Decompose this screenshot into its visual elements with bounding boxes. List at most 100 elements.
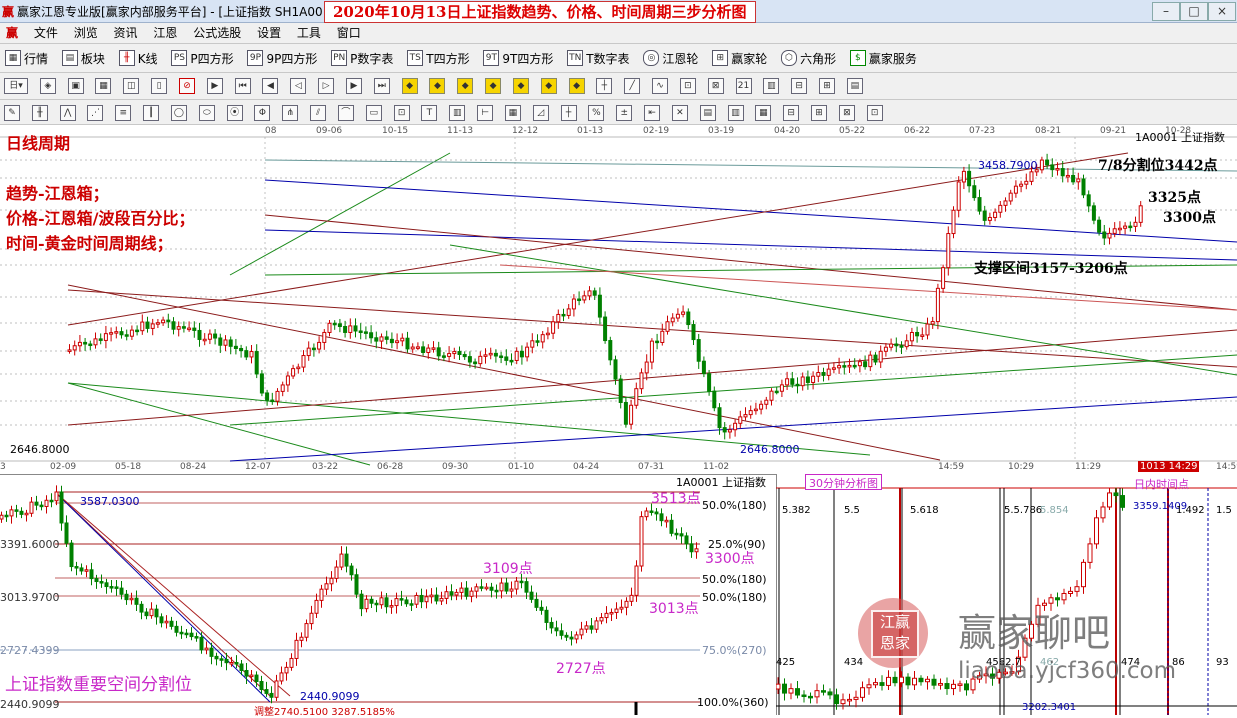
toolbar-service-button[interactable]: $ 赢家服务 bbox=[846, 47, 921, 69]
diamond-1-icon[interactable]: ◆ bbox=[401, 78, 418, 94]
menu-tools[interactable]: 工具 bbox=[291, 23, 327, 43]
daily-chart-panel[interactable]: 日线周期 趋势-江恩箱； 价格-江恩箱/波段百分比； 时间-黄金时间周期线； 1… bbox=[0, 125, 1237, 474]
tool-a-icon[interactable]: ⊡ bbox=[679, 78, 696, 94]
counter-icon[interactable]: ± bbox=[616, 105, 633, 121]
tool-f-icon[interactable]: ▤ bbox=[846, 78, 863, 94]
menu-gann[interactable]: 江恩 bbox=[147, 23, 183, 43]
daily-chart-canvas[interactable] bbox=[0, 125, 1237, 474]
prev-icon[interactable]: ◁ bbox=[290, 78, 307, 94]
tab-thirty-minute[interactable]: 30分钟分析图 bbox=[805, 474, 882, 490]
candle bbox=[925, 678, 930, 683]
line-tool-icon[interactable]: ╱ bbox=[624, 78, 641, 94]
toolbar-kline-button[interactable]: ╫ K线 bbox=[115, 47, 162, 69]
grid-lines-icon[interactable]: ╫ bbox=[31, 105, 48, 121]
bar-tool-icon[interactable]: ▥ bbox=[449, 105, 466, 121]
speed-lines-icon[interactable]: ⋔ bbox=[282, 105, 299, 121]
toolbar-9p-square-button[interactable]: 9P 9P四方形 bbox=[243, 47, 321, 69]
diamond-2-icon[interactable]: ◆ bbox=[429, 78, 446, 94]
tool-c-icon[interactable]: ▥ bbox=[763, 78, 780, 94]
close-button[interactable]: × bbox=[1208, 2, 1236, 21]
toolbar-t-number-button[interactable]: TN T数字表 bbox=[563, 47, 633, 69]
channel-tool-icon[interactable]: ⫽ bbox=[310, 105, 327, 121]
percent-icon[interactable]: % bbox=[588, 105, 605, 121]
layer-d-icon[interactable]: ⊟ bbox=[783, 105, 800, 121]
candle bbox=[909, 331, 914, 342]
toolbar-winner-wheel-button[interactable]: ⊞ 赢家轮 bbox=[708, 47, 771, 69]
layer-e-icon[interactable]: ⊞ bbox=[811, 105, 828, 121]
ruler-tool-icon[interactable]: ⊢ bbox=[477, 105, 494, 121]
toolbar-9t-square-button[interactable]: 9T 9T四方形 bbox=[479, 47, 557, 69]
chart-b-icon[interactable]: ▣ bbox=[67, 78, 84, 94]
space-division-panel[interactable]: 1A0001 上证指数 3587.0300 3391.6000 3013.970… bbox=[0, 474, 776, 718]
time-zone-icon[interactable]: ┼ bbox=[560, 105, 577, 121]
candle bbox=[77, 341, 82, 347]
toolbar-gann-wheel-button[interactable]: ◎ 江恩轮 bbox=[639, 47, 702, 69]
last-icon[interactable]: ⏭ bbox=[373, 78, 390, 94]
diamond-7-icon[interactable]: ◆ bbox=[568, 78, 585, 94]
toolbar-hexagon-button[interactable]: ⬡ 六角形 bbox=[777, 47, 840, 69]
cursor-icon[interactable]: ▶ bbox=[206, 78, 223, 94]
rect-tool-icon[interactable]: ▭ bbox=[365, 105, 382, 121]
wave-tool-icon[interactable]: ∿ bbox=[652, 78, 669, 94]
diamond-4-icon[interactable]: ◆ bbox=[485, 78, 502, 94]
minimize-button[interactable]: – bbox=[1152, 2, 1180, 21]
candle bbox=[759, 403, 764, 410]
tool-d-icon[interactable]: ⊟ bbox=[791, 78, 808, 94]
circle-tool-icon[interactable]: ◯ bbox=[170, 105, 187, 121]
toolbar-t-square-button[interactable]: TS T四方形 bbox=[403, 47, 473, 69]
layer-g-icon[interactable]: ⊡ bbox=[866, 105, 883, 121]
golden-ratio-icon[interactable]: Φ bbox=[254, 105, 271, 121]
extend-icon[interactable]: ⇤ bbox=[644, 105, 661, 121]
menu-file[interactable]: 文件 bbox=[28, 23, 64, 43]
arc-tool-icon[interactable]: ⌒ bbox=[337, 105, 354, 121]
candle bbox=[920, 334, 925, 337]
layer-b-icon[interactable]: ▥ bbox=[727, 105, 744, 121]
tool-e-icon[interactable]: ⊞ bbox=[819, 78, 836, 94]
cycle-tool-icon[interactable]: ⦿ bbox=[226, 105, 243, 121]
square-tool-icon[interactable]: ▦ bbox=[504, 105, 521, 121]
candle-type-icon[interactable]: ▯ bbox=[151, 78, 168, 94]
menu-window[interactable]: 窗口 bbox=[331, 23, 367, 43]
candle bbox=[234, 661, 239, 665]
chart-d-icon[interactable]: ◫ bbox=[123, 78, 140, 94]
fib-lines-icon[interactable]: ≡ bbox=[115, 105, 132, 121]
day-period-dropdown[interactable]: 日▾ bbox=[4, 78, 28, 94]
toolbar-quotes-button[interactable]: ▦ 行情 bbox=[1, 47, 52, 69]
ellipse-tool-icon[interactable]: ⬭ bbox=[198, 105, 215, 121]
candle bbox=[306, 347, 311, 357]
delete-icon[interactable]: ✕ bbox=[671, 105, 688, 121]
box-tool-icon[interactable]: ⊡ bbox=[393, 105, 410, 121]
calendar-icon[interactable]: 21 bbox=[735, 78, 752, 94]
cross-icon[interactable]: ┼ bbox=[596, 78, 613, 94]
indicator-icon[interactable]: ⊘ bbox=[178, 78, 195, 94]
menu-browse[interactable]: 浏览 bbox=[68, 23, 104, 43]
thirty-minute-panel[interactable]: 30分钟分析图 日内时间点 5.382 5.5 5.618 5.5.786 5.… bbox=[776, 474, 1237, 715]
menu-news[interactable]: 资讯 bbox=[108, 23, 144, 43]
toolbar-p-square-button[interactable]: PS P四方形 bbox=[167, 47, 237, 69]
fib-fan-icon[interactable]: ⋀ bbox=[59, 105, 76, 121]
diamond-5-icon[interactable]: ◆ bbox=[512, 78, 529, 94]
pen-icon[interactable]: ✎ bbox=[4, 105, 20, 121]
menu-settings[interactable]: 设置 bbox=[251, 23, 287, 43]
next-page-icon[interactable]: ▶ bbox=[345, 78, 362, 94]
time-lines-icon[interactable]: ┃ bbox=[143, 105, 160, 121]
gann-fan-icon[interactable]: ⋰ bbox=[87, 105, 104, 121]
diamond-3-icon[interactable]: ◆ bbox=[457, 78, 474, 94]
menu-formula[interactable]: 公式选股 bbox=[187, 23, 247, 43]
chart-a-icon[interactable]: ◈ bbox=[39, 78, 56, 94]
prev-page-icon[interactable]: ◀ bbox=[262, 78, 279, 94]
toolbar-p-number-button[interactable]: PN P数字表 bbox=[327, 47, 397, 69]
chart-c-icon[interactable]: ▦ bbox=[95, 78, 112, 94]
text-tool-icon[interactable]: T bbox=[421, 105, 438, 121]
layer-c-icon[interactable]: ▦ bbox=[755, 105, 772, 121]
candle bbox=[659, 513, 664, 522]
maximize-button[interactable]: □ bbox=[1180, 2, 1208, 21]
wedge-tool-icon[interactable]: ◿ bbox=[532, 105, 549, 121]
diamond-6-icon[interactable]: ◆ bbox=[540, 78, 557, 94]
layer-a-icon[interactable]: ▤ bbox=[699, 105, 716, 121]
first-icon[interactable]: ⏮ bbox=[234, 78, 251, 94]
tool-b-icon[interactable]: ⊠ bbox=[707, 78, 724, 94]
layer-f-icon[interactable]: ⊠ bbox=[838, 105, 855, 121]
toolbar-block-button[interactable]: ▤ 板块 bbox=[58, 47, 109, 69]
next-icon[interactable]: ▷ bbox=[318, 78, 335, 94]
